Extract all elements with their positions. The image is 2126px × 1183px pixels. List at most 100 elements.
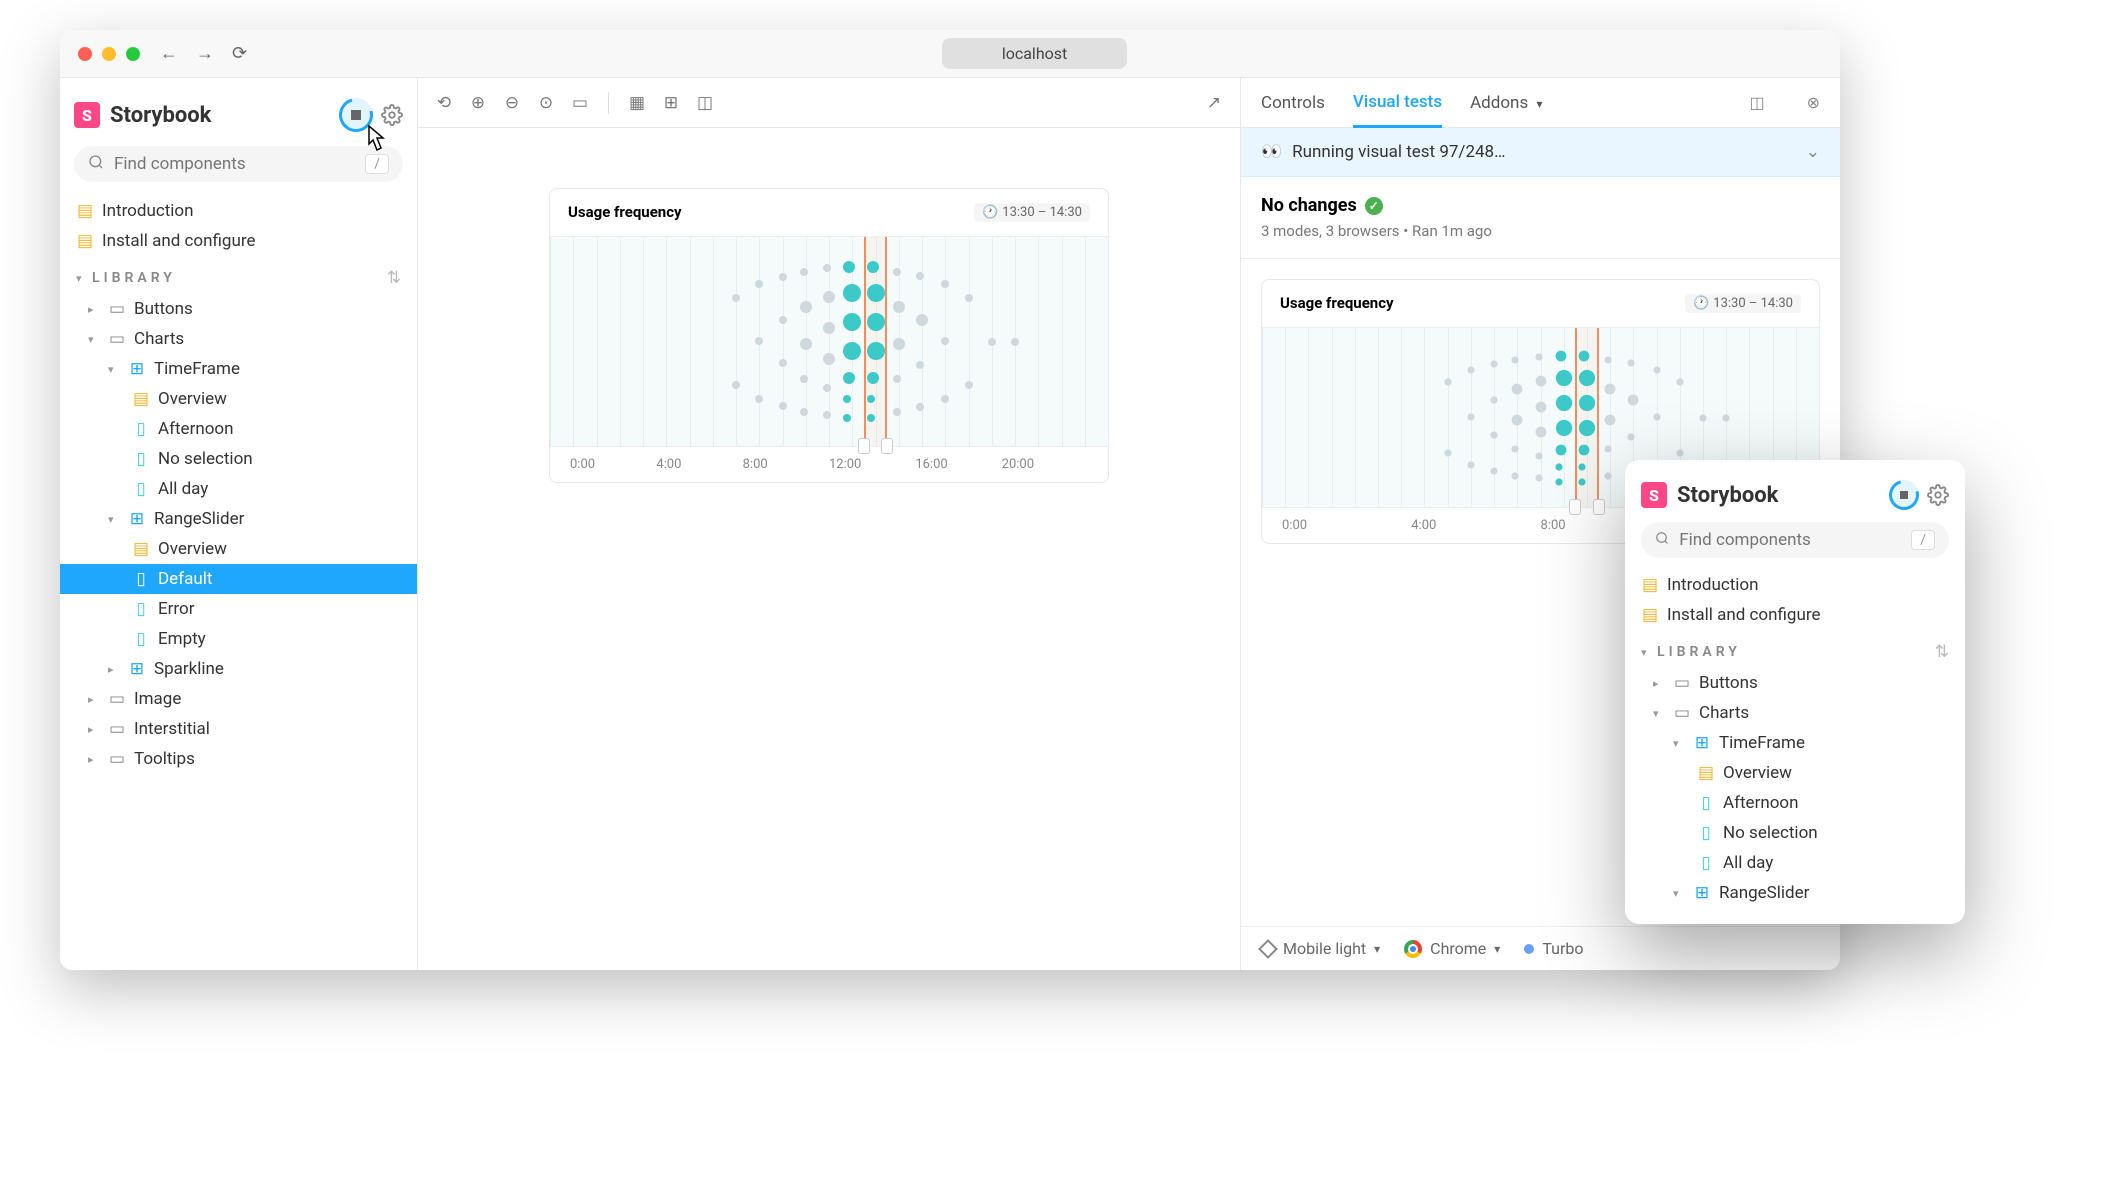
chrome-icon: [1404, 940, 1422, 958]
sidebar-item-timeframe[interactable]: ▾ ⊞ TimeFrame: [60, 354, 417, 384]
sidebar-item-tf-overview[interactable]: ▤ Overview: [60, 384, 417, 414]
canvas-body: Usage frequency 🕐 13:30 – 14:30 0:004:00…: [418, 128, 1240, 970]
popup-section-library[interactable]: ▾ LIBRARY ⇅: [1625, 630, 1965, 668]
sidebar-item-introduction[interactable]: ▤ Introduction: [60, 196, 417, 226]
chevron-right-icon: ▸: [1653, 677, 1665, 690]
tree-label: Error: [158, 599, 194, 619]
popup-item-tf-overview[interactable]: ▤ Overview: [1625, 758, 1965, 788]
collapse-icon[interactable]: ⌄: [1806, 142, 1820, 162]
chevron-down-icon: ▾: [108, 513, 120, 526]
sort-icon[interactable]: ⇅: [387, 268, 401, 288]
back-button[interactable]: ←: [160, 43, 178, 64]
popup-item-tf-allday[interactable]: ▯ All day: [1625, 848, 1965, 878]
search-input[interactable]: [114, 154, 355, 174]
popup-item-install[interactable]: ▤ Install and configure: [1625, 600, 1965, 630]
run-tests-button[interactable]: [339, 98, 373, 132]
chevron-down-icon: ▾: [1374, 942, 1380, 956]
popup-run-tests-button[interactable]: [1889, 480, 1919, 510]
component-icon: ⊞: [128, 359, 146, 379]
popup-storybook-logo[interactable]: S Storybook: [1641, 482, 1778, 508]
sidebar-item-tf-noselection[interactable]: ▯ No selection: [60, 444, 417, 474]
search-shortcut: /: [365, 154, 389, 174]
search-icon: [1655, 531, 1669, 550]
grid-icon[interactable]: ⊞: [661, 93, 681, 113]
sidebar-item-tooltips[interactable]: ▸ ▭ Tooltips: [60, 744, 417, 774]
visual-test-banner: 👀 Running visual test 97/248… ⌄: [1241, 128, 1840, 177]
search-icon: [88, 154, 104, 174]
bookmark-icon: ▯: [132, 419, 150, 439]
tree-label: TimeFrame: [154, 359, 240, 379]
popup-item-buttons[interactable]: ▸ ▭ Buttons: [1625, 668, 1965, 698]
tab-controls[interactable]: Controls: [1261, 93, 1325, 126]
tab-addons[interactable]: Addons ▾: [1470, 93, 1542, 126]
bookmark-icon: ▯: [1697, 823, 1715, 843]
reload-button[interactable]: ⟳: [232, 43, 247, 64]
popup-item-introduction[interactable]: ▤ Introduction: [1625, 570, 1965, 600]
forward-button[interactable]: →: [196, 43, 214, 64]
minimize-window-button[interactable]: [102, 47, 116, 61]
sidebar-item-tf-allday[interactable]: ▯ All day: [60, 474, 417, 504]
tab-visual-tests[interactable]: Visual tests: [1353, 92, 1442, 128]
folder-icon: ▭: [108, 719, 126, 739]
sidebar-item-rs-default[interactable]: ▯ Default: [60, 564, 417, 594]
popup-item-charts[interactable]: ▾ ▭ Charts: [1625, 698, 1965, 728]
storybook-logo[interactable]: S Storybook: [74, 102, 211, 128]
viewport-icon[interactable]: ▭: [570, 93, 590, 113]
search-field[interactable]: /: [74, 146, 403, 182]
settings-button[interactable]: [381, 104, 403, 126]
mode-selector[interactable]: Mobile light ▾: [1261, 939, 1380, 958]
popup-item-timeframe[interactable]: ▾ ⊞ TimeFrame: [1625, 728, 1965, 758]
address-bar[interactable]: localhost: [942, 38, 1127, 69]
outline-icon[interactable]: ◫: [695, 93, 715, 113]
sidebar-item-tf-afternoon[interactable]: ▯ Afternoon: [60, 414, 417, 444]
sidebar-item-interstitial[interactable]: ▸ ▭ Interstitial: [60, 714, 417, 744]
sidebar-item-charts[interactable]: ▾ ▭ Charts: [60, 324, 417, 354]
tree-label: Introduction: [102, 201, 194, 221]
browser-selector[interactable]: Chrome ▾: [1404, 939, 1500, 958]
chart-plot-area[interactable]: [550, 237, 1108, 447]
close-panel-icon[interactable]: ⊗: [1807, 93, 1820, 112]
sidebar-item-rs-overview[interactable]: ▤ Overview: [60, 534, 417, 564]
chevron-right-icon: ▸: [88, 303, 100, 316]
popup-search-input[interactable]: [1679, 530, 1901, 550]
sidebar-section-library[interactable]: ▾ LIBRARY ⇅: [60, 256, 417, 294]
eyes-icon: 👀: [1261, 142, 1282, 162]
tree-label: RangeSlider: [1719, 883, 1809, 903]
sync-icon[interactable]: ⟲: [434, 93, 454, 113]
sidebar-item-sparkline[interactable]: ▸ ⊞ Sparkline: [60, 654, 417, 684]
sidebar-item-rs-empty[interactable]: ▯ Empty: [60, 624, 417, 654]
popup-item-rangeslider[interactable]: ▾ ⊞ RangeSlider: [1625, 878, 1965, 908]
popup-search-shortcut: /: [1911, 530, 1935, 550]
zoom-reset-icon[interactable]: ⊙: [536, 93, 556, 113]
popup-settings-button[interactable]: [1927, 484, 1949, 506]
sidebar-item-install[interactable]: ▤ Install and configure: [60, 226, 417, 256]
maximize-window-button[interactable]: [126, 47, 140, 61]
popup-brand: Storybook: [1677, 483, 1778, 508]
popup-item-tf-afternoon[interactable]: ▯ Afternoon: [1625, 788, 1965, 818]
zoom-in-icon[interactable]: ⊕: [468, 93, 488, 113]
document-icon: ▤: [76, 231, 94, 251]
sidebar-item-rs-error[interactable]: ▯ Error: [60, 594, 417, 624]
sort-icon[interactable]: ⇅: [1935, 642, 1949, 662]
close-window-button[interactable]: [78, 47, 92, 61]
dock-icon[interactable]: ◫: [1749, 93, 1764, 112]
chevron-down-icon: ▾: [1536, 97, 1542, 111]
popup-item-tf-noselection[interactable]: ▯ No selection: [1625, 818, 1965, 848]
sidebar-item-rangeslider[interactable]: ▾ ⊞ RangeSlider: [60, 504, 417, 534]
test-results-summary: No changes ✓ 3 modes, 3 browsers • Ran 1…: [1241, 177, 1840, 259]
sidebar-item-buttons[interactable]: ▸ ▭ Buttons: [60, 294, 417, 324]
snapshot-chart-title: Usage frequency: [1280, 294, 1394, 313]
tree-label: Afternoon: [1723, 793, 1799, 813]
document-icon: ▤: [1641, 575, 1659, 595]
popup-storybook-window: S Storybook / ▤ Introduction ▤ Install a…: [1625, 460, 1965, 924]
banner-text: Running visual test 97/248…: [1292, 142, 1796, 162]
sidebar-item-image[interactable]: ▸ ▭ Image: [60, 684, 417, 714]
addons-tabs: Controls Visual tests Addons ▾ ◫ ⊗: [1241, 78, 1840, 128]
zoom-out-icon[interactable]: ⊖: [502, 93, 522, 113]
popup-search-field[interactable]: /: [1641, 522, 1949, 558]
background-icon[interactable]: ▦: [627, 93, 647, 113]
folder-icon: ▭: [108, 299, 126, 319]
diamond-icon: [1258, 939, 1278, 959]
open-new-tab-icon[interactable]: ↗: [1204, 93, 1224, 113]
document-icon: ▤: [1697, 763, 1715, 783]
